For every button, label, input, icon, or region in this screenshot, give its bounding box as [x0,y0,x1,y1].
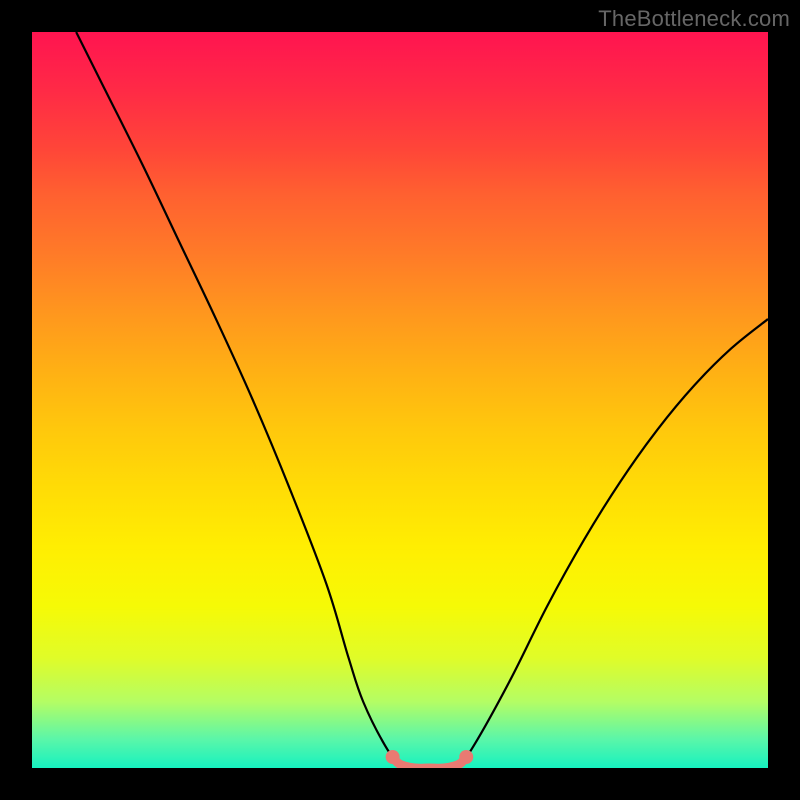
curve-svg [32,32,768,768]
chart-container: TheBottleneck.com [0,0,800,800]
plot-area [32,32,768,768]
optimal-highlight [393,757,467,768]
bottleneck-curve [76,32,768,768]
watermark-text: TheBottleneck.com [598,6,790,32]
highlight-endpoint-right [459,750,473,764]
highlight-endpoint-left [386,750,400,764]
